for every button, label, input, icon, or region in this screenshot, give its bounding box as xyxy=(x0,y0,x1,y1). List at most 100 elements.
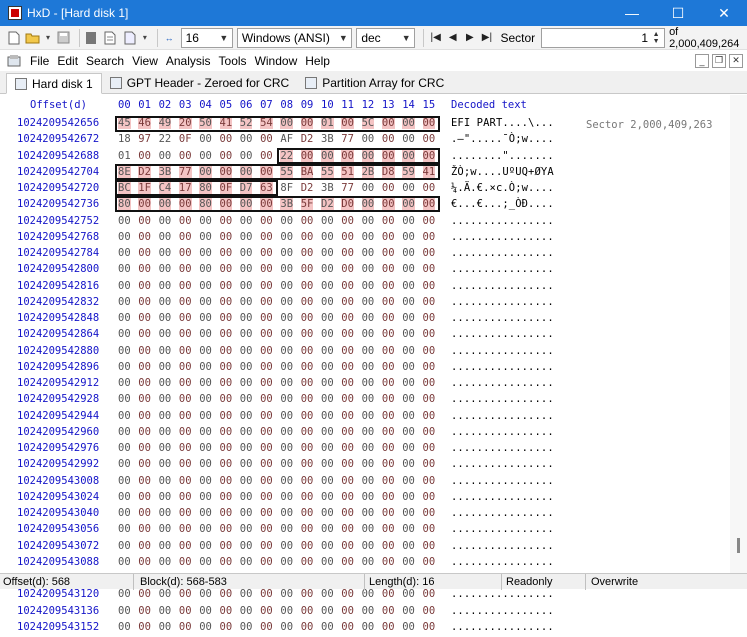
hex-byte[interactable]: 00 xyxy=(159,328,172,340)
hex-byte[interactable]: 00 xyxy=(341,312,354,324)
hex-byte[interactable]: 00 xyxy=(280,491,293,503)
hex-row[interactable]: 1024209543024 00 00 00 00 00 00 00 00 00 00 00 00 00 0… xyxy=(0,491,747,507)
hex-byte[interactable]: 00 xyxy=(362,393,375,405)
hex-byte[interactable]: 00 xyxy=(382,491,395,503)
hex-row[interactable]: 1024209542752 00 00 00 00 00 00 00 00 00 00 00 00 00 0… xyxy=(0,215,747,231)
hex-byte[interactable]: 00 xyxy=(301,296,314,308)
row-decoded-text[interactable]: ................ xyxy=(451,491,554,503)
hex-byte[interactable]: 00 xyxy=(220,540,233,552)
hex-byte[interactable]: 00 xyxy=(179,491,192,503)
hex-byte[interactable]: 00 xyxy=(321,458,334,470)
hex-byte[interactable]: 00 xyxy=(159,377,172,389)
row-decoded-text[interactable]: ................ xyxy=(451,345,554,357)
hex-row[interactable]: 1024209542816 00 00 00 00 00 00 00 00 00 00 00 00 00 0… xyxy=(0,280,747,296)
hex-byte[interactable]: 00 xyxy=(423,621,436,633)
hex-byte[interactable]: 00 xyxy=(280,361,293,373)
row-decoded-text[interactable]: ................ xyxy=(451,410,554,422)
hex-byte[interactable]: 00 xyxy=(382,410,395,422)
open-dropdown-icon[interactable]: ▾ xyxy=(44,30,52,46)
hex-byte[interactable]: 00 xyxy=(321,361,334,373)
hex-byte[interactable]: 00 xyxy=(301,410,314,422)
row-decoded-text[interactable]: ................ xyxy=(451,523,554,535)
hex-byte[interactable]: 00 xyxy=(341,605,354,617)
hex-byte[interactable]: 00 xyxy=(260,133,273,145)
hex-byte[interactable]: 00 xyxy=(402,605,415,617)
hex-byte[interactable]: 00 xyxy=(118,231,131,243)
hex-byte[interactable]: 00 xyxy=(240,296,253,308)
hex-byte[interactable]: 00 xyxy=(280,588,293,600)
hex-byte[interactable]: 77 xyxy=(341,133,354,145)
hex-byte[interactable]: 00 xyxy=(199,361,212,373)
hex-byte[interactable]: 00 xyxy=(423,231,436,243)
open-folder-icon[interactable] xyxy=(25,30,40,46)
charset-select[interactable]: Windows (ANSI) ▼ xyxy=(236,27,353,48)
hex-byte[interactable]: 00 xyxy=(138,540,151,552)
hex-byte[interactable]: 00 xyxy=(179,377,192,389)
hex-byte[interactable]: 00 xyxy=(138,507,151,519)
hex-byte[interactable]: 00 xyxy=(362,263,375,275)
hex-byte[interactable]: 00 xyxy=(423,312,436,324)
hex-byte[interactable]: 00 xyxy=(260,442,273,454)
hex-row[interactable]: 1024209543136 00 00 00 00 00 00 00 00 00 00 00 00 00 0… xyxy=(0,605,747,621)
hex-byte[interactable]: 00 xyxy=(402,345,415,357)
hex-byte[interactable]: 00 xyxy=(199,491,212,503)
hex-byte[interactable]: 00 xyxy=(240,410,253,422)
menu-analysis[interactable]: Analysis xyxy=(162,54,215,68)
hex-byte[interactable]: 00 xyxy=(220,150,233,162)
hex-byte[interactable]: 00 xyxy=(382,507,395,519)
row-decoded-text[interactable]: ................ xyxy=(451,361,554,373)
tab-hard-disk-1[interactable]: Hard disk 1 xyxy=(6,73,102,94)
hex-byte[interactable]: 00 xyxy=(301,588,314,600)
row-decoded-text[interactable]: ................ xyxy=(451,247,554,259)
hex-byte[interactable]: 00 xyxy=(402,247,415,259)
hex-byte[interactable]: 00 xyxy=(118,442,131,454)
hex-byte[interactable]: 00 xyxy=(179,280,192,292)
hex-byte[interactable]: 00 xyxy=(423,328,436,340)
hex-byte[interactable]: 00 xyxy=(260,312,273,324)
hex-byte[interactable]: 00 xyxy=(402,442,415,454)
hex-byte[interactable]: 00 xyxy=(138,263,151,275)
hex-byte[interactable]: 00 xyxy=(159,231,172,243)
hex-byte[interactable]: 00 xyxy=(423,605,436,617)
hex-byte[interactable]: 00 xyxy=(423,377,436,389)
hex-byte[interactable]: 00 xyxy=(179,410,192,422)
hex-row[interactable]: 1024209543056 00 00 00 00 00 00 00 00 00 00 00 00 00 0… xyxy=(0,523,747,539)
hex-byte[interactable]: 00 xyxy=(260,523,273,535)
next-sector-icon[interactable]: ▶ xyxy=(462,30,477,46)
hex-byte[interactable]: 00 xyxy=(179,605,192,617)
hex-byte[interactable]: 00 xyxy=(402,328,415,340)
hex-byte[interactable]: 00 xyxy=(382,280,395,292)
hex-byte[interactable]: 00 xyxy=(301,312,314,324)
hex-byte[interactable]: 00 xyxy=(280,312,293,324)
row-decoded-text[interactable]: ................ xyxy=(451,442,554,454)
properties-icon[interactable] xyxy=(103,30,118,46)
hex-byte[interactable]: 00 xyxy=(138,621,151,633)
hex-byte[interactable]: 00 xyxy=(220,491,233,503)
hex-byte[interactable]: 00 xyxy=(138,150,151,162)
hex-byte[interactable]: 00 xyxy=(199,507,212,519)
hex-byte[interactable]: 00 xyxy=(301,263,314,275)
hex-byte[interactable]: 00 xyxy=(240,361,253,373)
hex-byte[interactable]: 00 xyxy=(118,605,131,617)
hex-byte[interactable]: 00 xyxy=(240,507,253,519)
hex-byte[interactable]: 00 xyxy=(260,361,273,373)
hex-byte[interactable]: 00 xyxy=(321,426,334,438)
hex-byte[interactable]: 00 xyxy=(301,377,314,389)
hex-byte[interactable]: 00 xyxy=(199,588,212,600)
hex-byte[interactable]: 00 xyxy=(382,393,395,405)
hex-byte[interactable]: 00 xyxy=(280,540,293,552)
hex-byte[interactable]: 00 xyxy=(362,231,375,243)
row-decoded-text[interactable]: ................ xyxy=(451,507,554,519)
hex-byte[interactable]: 0F xyxy=(179,133,192,145)
hex-byte[interactable]: 00 xyxy=(402,410,415,422)
hex-byte[interactable]: 00 xyxy=(280,426,293,438)
mdi-restore-icon[interactable]: ❐ xyxy=(712,53,726,68)
row-decoded-text[interactable]: ................ xyxy=(451,328,554,340)
hex-byte[interactable]: 00 xyxy=(301,556,314,568)
sector-spinner[interactable]: 1 ▲ ▼ xyxy=(541,27,666,48)
hex-byte[interactable]: 00 xyxy=(301,605,314,617)
hex-byte[interactable]: 00 xyxy=(321,393,334,405)
hex-byte[interactable]: 00 xyxy=(260,296,273,308)
hex-byte[interactable]: 00 xyxy=(341,393,354,405)
hex-byte[interactable]: 00 xyxy=(138,312,151,324)
